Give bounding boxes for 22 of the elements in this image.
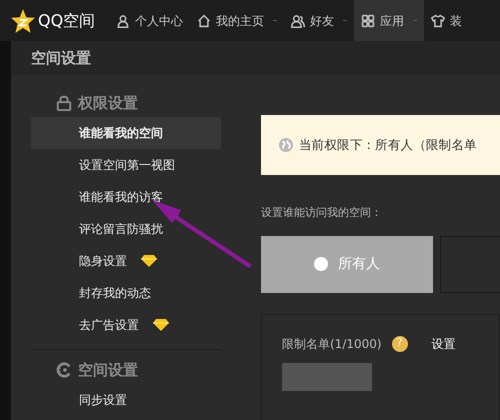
- star-logo-icon: [10, 8, 36, 34]
- nav-tab[interactable]: 好友: [284, 0, 354, 41]
- settings-link[interactable]: 设置: [432, 334, 456, 352]
- prompt-text: 设置谁能访问我的空间：: [261, 205, 383, 221]
- nav-tab[interactable]: 个人中心: [109, 0, 190, 41]
- help-icon: ?: [392, 336, 408, 352]
- panel-title: 空间设置: [31, 48, 91, 69]
- restricted-list-label: 限制名单(1/1000): [282, 336, 382, 352]
- nav-tab[interactable]: 装: [424, 0, 470, 41]
- nav-tab[interactable]: 我的主页: [190, 0, 284, 41]
- notice-bar: 当前权限下：所有人（限制名单: [261, 115, 500, 175]
- sidebar-item[interactable]: 谁能看我的空间: [31, 117, 221, 149]
- home-icon: [197, 14, 212, 28]
- lock-icon: [56, 95, 72, 111]
- section-title: 空间设置: [78, 360, 138, 381]
- people-icon: [291, 14, 306, 28]
- section-title: 权限设置: [78, 92, 138, 114]
- grid-icon: [361, 14, 376, 28]
- nav-tab[interactable]: 应用: [354, 0, 424, 41]
- person-icon: [116, 14, 130, 28]
- logo-text[interactable]: QQ空间: [38, 8, 96, 32]
- shirt-icon: [431, 14, 446, 28]
